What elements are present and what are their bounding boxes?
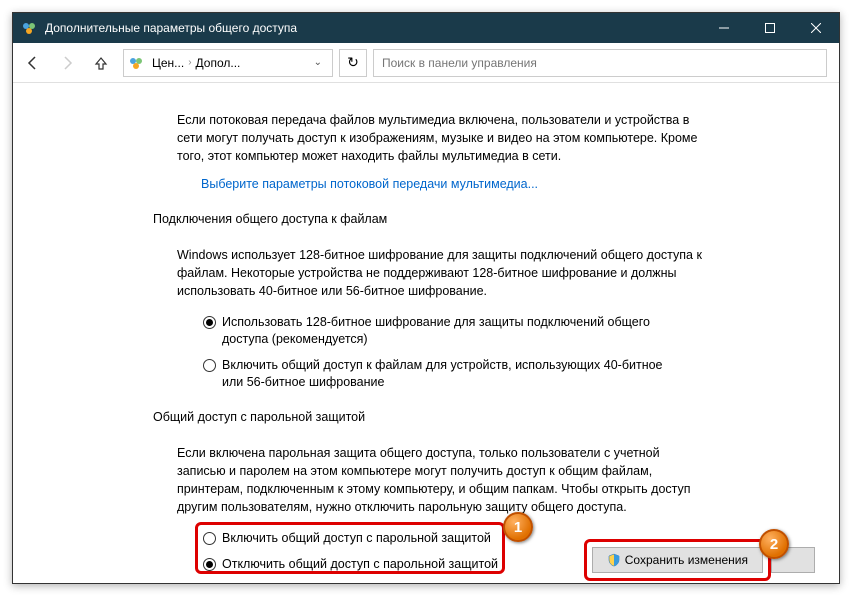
forward-button xyxy=(51,47,83,79)
encryption-40-56bit-option[interactable]: Включить общий доступ к файлам для устро… xyxy=(203,357,743,392)
encryption-radio-group: Использовать 128-битное шифрование для з… xyxy=(203,314,743,392)
shield-icon xyxy=(607,553,621,567)
radio-label: Отключить общий доступ с парольной защит… xyxy=(222,556,498,574)
maximize-button[interactable] xyxy=(747,13,793,43)
content-area: Если потоковая передача файлов мультимед… xyxy=(13,83,839,583)
media-streaming-link[interactable]: Выберите параметры потоковой передачи му… xyxy=(201,175,707,193)
breadcrumb-seg2[interactable]: Допол... xyxy=(192,56,245,70)
save-button[interactable]: Сохранить изменения xyxy=(592,547,763,573)
media-description: Если потоковая передача файлов мультимед… xyxy=(177,111,707,194)
search-input[interactable] xyxy=(373,49,827,77)
window: Дополнительные параметры общего доступа … xyxy=(12,12,840,584)
media-text: Если потоковая передача файлов мультимед… xyxy=(177,113,697,163)
window-controls xyxy=(701,13,839,43)
chevron-down-icon[interactable]: ⌄ xyxy=(308,57,328,68)
radio-icon xyxy=(203,359,216,372)
encryption-section-title: Подключения общего доступа к файлам xyxy=(153,212,815,226)
window-title: Дополнительные параметры общего доступа xyxy=(45,21,701,35)
breadcrumb-seg1[interactable]: Цен... xyxy=(148,56,188,70)
password-section-title: Общий доступ с парольной защитой xyxy=(153,410,815,424)
save-button-label: Сохранить изменения xyxy=(625,553,748,567)
radio-icon xyxy=(203,558,216,571)
radio-label: Включить общий доступ с парольной защито… xyxy=(222,530,491,548)
encryption-128bit-option[interactable]: Использовать 128-битное шифрование для з… xyxy=(203,314,743,349)
breadcrumb-icon xyxy=(128,55,144,71)
app-icon xyxy=(21,20,37,36)
password-enable-option[interactable]: Включить общий доступ с парольной защито… xyxy=(203,530,743,548)
navbar: Цен... › Допол... ⌄ ↻ xyxy=(13,43,839,83)
password-description: Если включена парольная защита общего до… xyxy=(177,444,707,517)
titlebar: Дополнительные параметры общего доступа xyxy=(13,13,839,43)
annotation-marker-2: 2 xyxy=(759,529,789,559)
back-button[interactable] xyxy=(17,47,49,79)
breadcrumb[interactable]: Цен... › Допол... ⌄ xyxy=(123,49,333,77)
radio-icon xyxy=(203,316,216,329)
close-button[interactable] xyxy=(793,13,839,43)
radio-icon xyxy=(203,532,216,545)
minimize-button[interactable] xyxy=(701,13,747,43)
radio-label: Использовать 128-битное шифрование для з… xyxy=(222,314,682,349)
up-button[interactable] xyxy=(85,47,117,79)
refresh-button[interactable]: ↻ xyxy=(339,49,367,77)
save-button-wrap: Сохранить изменения 2 xyxy=(592,547,763,573)
encryption-description: Windows использует 128-битное шифрование… xyxy=(177,246,707,300)
radio-label: Включить общий доступ к файлам для устро… xyxy=(222,357,682,392)
button-row: Сохранить изменения 2 на xyxy=(592,547,815,573)
